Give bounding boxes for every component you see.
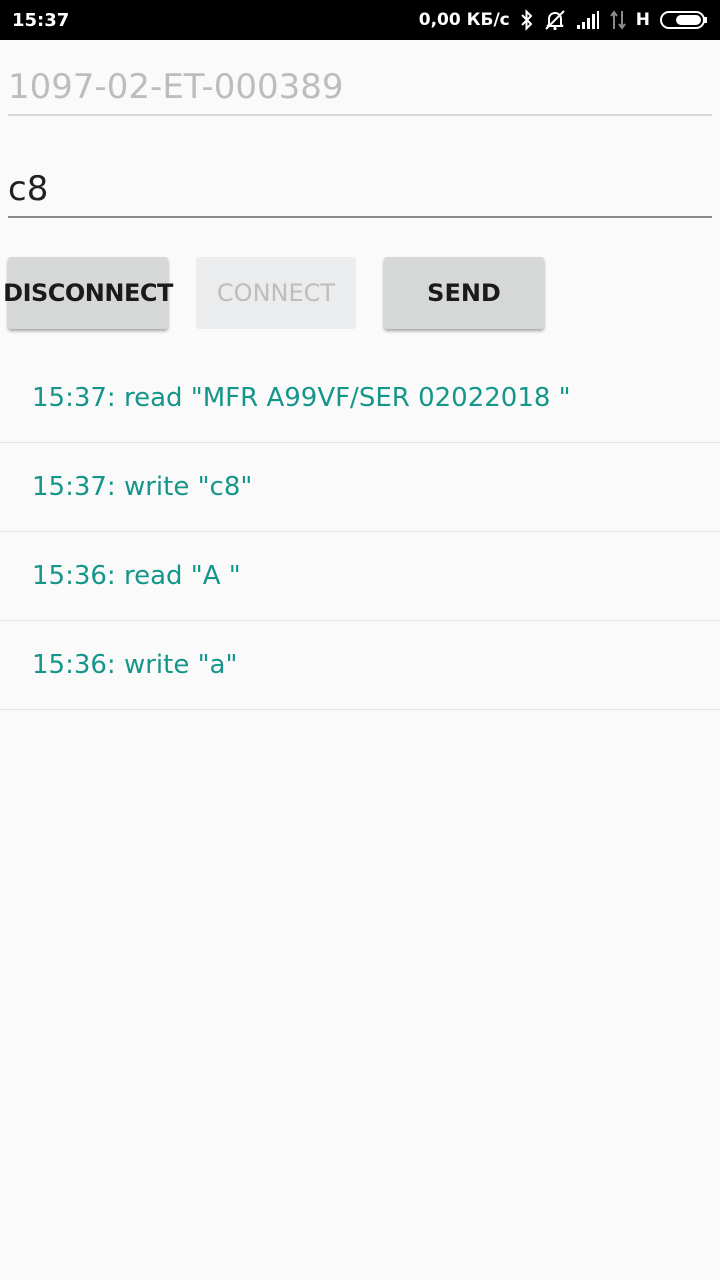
network-speed: 0,00 КБ/с bbox=[418, 10, 510, 30]
device-address-field[interactable] bbox=[8, 62, 712, 116]
notifications-off-icon bbox=[544, 9, 566, 31]
network-type: H bbox=[635, 10, 650, 30]
command-field[interactable] bbox=[8, 164, 712, 218]
status-icons: 0,00 КБ/с H bbox=[419, 9, 708, 31]
device-address-input[interactable] bbox=[8, 62, 712, 112]
log-entry: 15:36: write "a" bbox=[0, 621, 720, 710]
send-button[interactable]: SEND bbox=[384, 257, 544, 329]
log-entry: 15:37: read "MFR A99VF/SER 02022018 " bbox=[0, 354, 720, 443]
log-list: 15:37: read "MFR A99VF/SER 02022018 " 15… bbox=[0, 354, 720, 710]
log-entry: 15:37: write "c8" bbox=[0, 443, 720, 532]
data-transfer-icon bbox=[609, 9, 626, 31]
disconnect-button[interactable]: DISCONNECT bbox=[3, 257, 173, 329]
log-entry: 15:36: read "A " bbox=[0, 532, 720, 621]
command-input[interactable] bbox=[8, 164, 712, 214]
battery-icon bbox=[660, 10, 708, 30]
bluetooth-icon bbox=[520, 9, 534, 31]
status-time: 15:37 bbox=[12, 9, 70, 31]
status-bar: 15:37 0,00 КБ/с H bbox=[0, 0, 720, 40]
connect-button[interactable]: CONNECT bbox=[196, 257, 356, 329]
signal-icon bbox=[576, 10, 600, 30]
